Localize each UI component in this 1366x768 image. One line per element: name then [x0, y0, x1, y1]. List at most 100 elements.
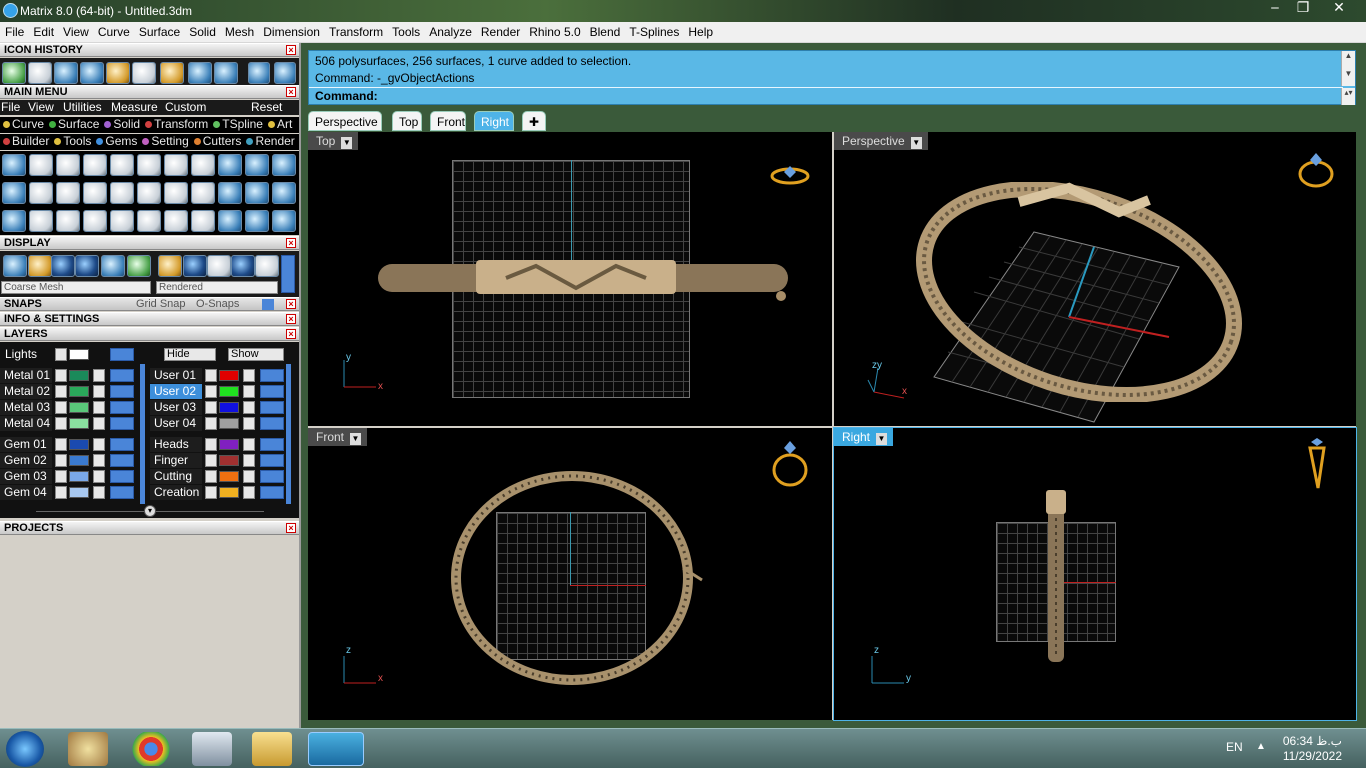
category-cutters[interactable]: Cutters	[191, 134, 241, 149]
chevron-down-icon[interactable]: ▼	[876, 433, 888, 445]
layer-color-swatch[interactable]	[219, 471, 239, 482]
layer-color-swatch[interactable]	[219, 370, 239, 381]
layer-name[interactable]: Gem 01	[0, 437, 52, 452]
visibility-toggle[interactable]	[110, 486, 134, 499]
calculator-icon[interactable]	[192, 732, 232, 766]
main-menu-header[interactable]: MAIN MENU ×	[0, 85, 299, 99]
mm-measure[interactable]: Measure	[111, 100, 158, 114]
lock-icon[interactable]	[93, 486, 105, 499]
mm-file[interactable]: File	[1, 100, 20, 114]
burst-icon[interactable]	[164, 210, 188, 232]
category-solid[interactable]: Solid	[101, 117, 140, 132]
image-icon[interactable]	[245, 154, 269, 176]
ring-outline-icon[interactable]	[272, 210, 296, 232]
layer-row[interactable]: Heads	[150, 437, 290, 452]
close-button[interactable]: ✕	[1326, 0, 1352, 18]
visibility-toggle[interactable]	[260, 385, 284, 398]
visibility-toggle[interactable]	[260, 486, 284, 499]
cone-icon[interactable]	[214, 62, 238, 84]
layer-name[interactable]: Finger	[150, 453, 202, 468]
prong-set-icon[interactable]	[191, 182, 215, 204]
mm-utilities[interactable]: Utilities	[63, 100, 102, 114]
maximize-button[interactable]: ❐	[1290, 0, 1316, 18]
layer-color-swatch[interactable]	[219, 386, 239, 397]
bezel-icon[interactable]	[191, 154, 215, 176]
layer-row[interactable]: Metal 04	[0, 416, 140, 431]
paint-icon[interactable]	[68, 732, 108, 766]
blocks-icon[interactable]	[2, 210, 26, 232]
expand-arrow-icon[interactable]	[55, 454, 67, 467]
visibility-toggle[interactable]	[110, 438, 134, 451]
category-transform[interactable]: Transform	[142, 117, 208, 132]
tab-top[interactable]: Top	[392, 111, 422, 131]
lock-icon[interactable]	[93, 470, 105, 483]
menu-transform[interactable]: Transform	[324, 22, 387, 39]
layer-color-swatch[interactable]	[69, 418, 89, 429]
menu-help[interactable]: Help	[683, 22, 717, 39]
menu-view[interactable]: View	[58, 22, 93, 39]
lights-visible-toggle[interactable]	[110, 348, 134, 361]
expand-arrow-icon[interactable]	[205, 486, 217, 499]
expand-arrow-icon[interactable]	[205, 385, 217, 398]
layer-row[interactable]: Gem 02	[0, 453, 140, 468]
sphere-icon[interactable]	[51, 255, 75, 277]
collapse-icon[interactable]: ▾	[144, 505, 156, 517]
layer-name[interactable]: Gem 02	[0, 453, 52, 468]
viewport-top[interactable]: Top ▼ y x	[308, 132, 832, 426]
lock-icon[interactable]	[93, 369, 105, 382]
layer-row[interactable]: Metal 01	[0, 368, 140, 383]
visibility-toggle[interactable]	[260, 369, 284, 382]
layer-color-swatch[interactable]	[219, 439, 239, 450]
hide-button[interactable]: Hide	[164, 348, 216, 361]
show-button[interactable]: Show	[228, 348, 284, 361]
category-gems[interactable]: Gems	[93, 134, 137, 149]
menu-surface[interactable]: Surface	[134, 22, 184, 39]
menu-blend[interactable]: Blend	[585, 22, 625, 39]
layer-color-swatch[interactable]	[219, 455, 239, 466]
layer-row[interactable]: Metal 03	[0, 400, 140, 415]
layer-name[interactable]: User 01	[150, 368, 202, 383]
lock-icon[interactable]	[243, 401, 255, 414]
tab-front[interactable]: Front	[430, 111, 466, 131]
layer-name[interactable]: Metal 02	[0, 384, 52, 399]
close-icon[interactable]: ×	[286, 523, 296, 533]
link-icon[interactable]	[191, 210, 215, 232]
pencil-icon[interactable]	[106, 62, 130, 84]
visibility-toggle[interactable]	[110, 401, 134, 414]
command-prompt[interactable]: Command:	[315, 89, 378, 103]
category-tspline[interactable]: TSpline	[210, 117, 263, 132]
globe-icon[interactable]	[245, 182, 269, 204]
ring-icon[interactable]	[110, 182, 134, 204]
add-tab-button[interactable]: ✚	[522, 111, 546, 131]
cutter-icon[interactable]	[110, 154, 134, 176]
film-icon[interactable]	[56, 182, 80, 204]
layer-name[interactable]: Metal 03	[0, 400, 52, 415]
layer-name[interactable]: Cutting	[150, 469, 202, 484]
lock-icon[interactable]	[243, 385, 255, 398]
sun-icon[interactable]	[56, 154, 80, 176]
chevron-down-icon[interactable]: ▼	[341, 137, 353, 149]
viewport-label-top[interactable]: Top ▼	[308, 132, 359, 150]
expand-arrow-icon[interactable]	[55, 486, 67, 499]
visibility-toggle[interactable]	[260, 454, 284, 467]
start-button[interactable]	[6, 731, 44, 767]
lock-icon[interactable]	[243, 454, 255, 467]
expand-arrow-icon[interactable]	[205, 470, 217, 483]
move-icon[interactable]	[110, 210, 134, 232]
menu-solid[interactable]: Solid	[184, 22, 220, 39]
category-surface[interactable]: Surface	[46, 117, 99, 132]
expand-arrow-icon[interactable]	[205, 401, 217, 414]
layer-name[interactable]: User 02	[150, 384, 202, 399]
projects-header[interactable]: PROJECTS ×	[0, 521, 299, 535]
chevron-down-icon[interactable]: ▼	[350, 433, 362, 445]
sparkle-icon[interactable]	[29, 154, 53, 176]
visibility-toggle[interactable]	[110, 385, 134, 398]
lock-icon[interactable]	[243, 470, 255, 483]
visibility-toggle[interactable]	[260, 417, 284, 430]
close-icon[interactable]: ×	[286, 45, 296, 55]
menu-tsplines[interactable]: T-Splines	[624, 22, 683, 39]
shield-icon[interactable]	[83, 182, 107, 204]
menu-rhino[interactable]: Rhino 5.0	[524, 22, 584, 39]
layer-name[interactable]: Creation	[150, 485, 202, 500]
category-art[interactable]: Art	[265, 117, 292, 132]
